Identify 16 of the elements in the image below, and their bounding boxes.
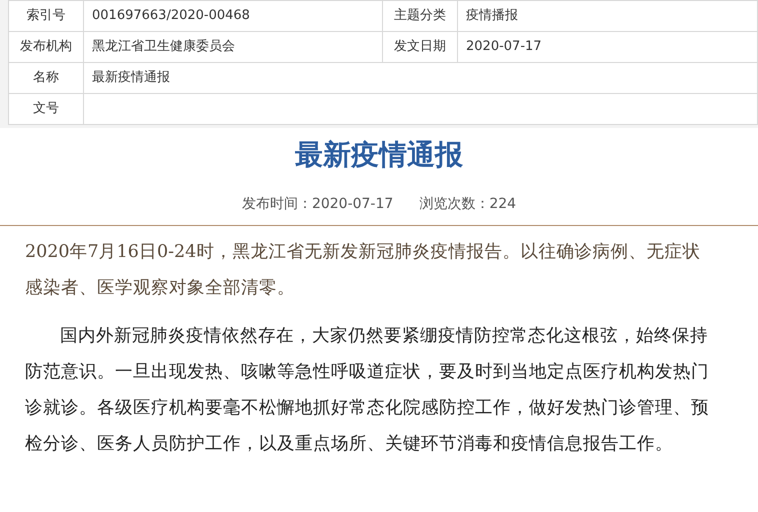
view-count: 浏览次数：224 — [419, 195, 516, 214]
article-paragraph: 国内外新冠肺炎疫情依然存在，大家仍然要紧绷疫情防控常态化这根弦，始终保持防范意识。一旦出现发热、咳嗽等急性呼吸道症状，要及时到当地定点医疗机构发热门诊就诊。各级医疗机构要毫不松懈地抓好常态化院感防控工作，做好发热门诊管理、预检分诊、医务人员防护工作，以及重点场所、关键环节消毒和疫情信息报告工作。 — [25, 325, 710, 456]
field-label: 主题分类 — [382, 0, 458, 32]
field-value: 黑龙江省卫生健康委员会 — [84, 32, 382, 62]
field-value: 001697663/2020-00468 — [84, 0, 382, 32]
article-paragraph: 2020年7月16日0-24时，黑龙江省无新发新冠肺炎疫情报告。以往确诊病例、无症状感染者、医学观察对象全部清零。 — [25, 241, 702, 300]
field-label: 名称 — [8, 62, 84, 94]
field-value: 2020-07-17 — [458, 32, 758, 62]
field-label: 发布机构 — [8, 32, 84, 62]
field-label: 文号 — [8, 94, 84, 124]
field-value: 疫情播报 — [458, 0, 758, 32]
field-value: 最新疫情通报 — [84, 62, 758, 94]
article-title: 最新疫情通报 — [295, 137, 463, 173]
field-label: 索引号 — [8, 0, 84, 32]
publish-time: 发布时间：2020-07-17 — [242, 195, 394, 214]
field-label: 发文日期 — [382, 32, 458, 62]
